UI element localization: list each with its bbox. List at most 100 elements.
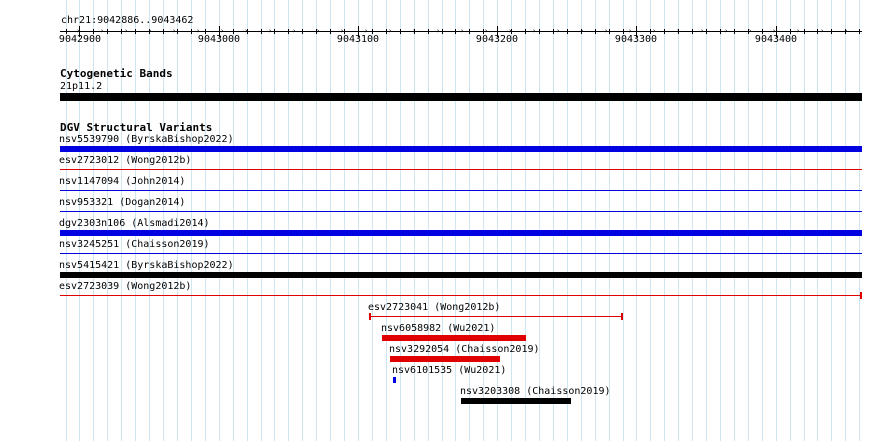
- ruler-direction-arrow: ›: [268, 27, 273, 35]
- ruler-direction-arrow: ›: [844, 27, 849, 35]
- ruler-direction-arrow: ›: [340, 27, 345, 35]
- ruler-minor-tick: [692, 29, 693, 34]
- grid-line: [511, 0, 512, 441]
- ruler-tick-label: 9043000: [197, 34, 241, 45]
- grid-line: [595, 0, 596, 441]
- dgv-feature-label: esv2723041 (Wong2012b): [368, 302, 501, 313]
- dgv-feature-bar[interactable]: [60, 272, 862, 278]
- grid-line: [316, 0, 317, 441]
- dgv-feature-bar[interactable]: [393, 377, 396, 383]
- ruler-minor-tick: [817, 29, 818, 34]
- ruler-minor-tick: [664, 29, 665, 34]
- grid-line: [247, 0, 248, 441]
- grid-line: [525, 0, 526, 441]
- dgv-feature-endcap: [369, 313, 371, 320]
- ruler-direction-arrow: ›: [220, 27, 225, 35]
- grid-line: [831, 0, 832, 441]
- dgv-feature-label: dgv2303n106 (Alsmadi2014): [59, 218, 210, 229]
- ruler-minor-tick: [859, 29, 860, 34]
- ruler-minor-tick: [539, 29, 540, 34]
- dgv-feature-bar[interactable]: [382, 335, 526, 341]
- ruler-tick-label: 9043400: [754, 34, 798, 45]
- grid-line: [344, 0, 345, 441]
- grid-line: [804, 0, 805, 441]
- ruler-minor-tick: [163, 29, 164, 34]
- grid-line: [386, 0, 387, 441]
- ruler-direction-arrow: ›: [364, 27, 369, 35]
- ruler-minor-tick: [107, 29, 108, 34]
- ruler-direction-arrow: ›: [244, 27, 249, 35]
- ruler-direction-arrow: ›: [796, 27, 801, 35]
- dgv-feature-label: nsv3203308 (Chaisson2019): [460, 386, 611, 397]
- ruler-direction-arrow: ›: [604, 27, 609, 35]
- dgv-feature-label: nsv6058982 (Wu2021): [381, 323, 496, 334]
- ruler-minor-tick: [706, 29, 707, 34]
- ruler-tick-label: 9043300: [614, 34, 658, 45]
- ruler-tick-label: 9042900: [58, 34, 102, 45]
- dgv-feature-bar[interactable]: [60, 190, 862, 191]
- ruler-direction-arrow: ›: [412, 27, 417, 35]
- grid-line: [539, 0, 540, 441]
- dgv-feature-bar[interactable]: [390, 356, 500, 362]
- ruler-minor-tick: [831, 29, 832, 34]
- dgv-feature-endcap: [621, 313, 623, 320]
- ruler-direction-arrow: ›: [484, 27, 489, 35]
- ruler-direction-arrow: ›: [148, 27, 153, 35]
- dgv-feature-bar[interactable]: [60, 169, 862, 170]
- ruler-direction-arrow: ›: [532, 27, 537, 35]
- ruler-direction-arrow: ›: [652, 27, 657, 35]
- ruler-direction-arrow: ›: [556, 27, 561, 35]
- ruler-minor-tick: [191, 29, 192, 34]
- dgv-feature-bar[interactable]: [60, 230, 862, 236]
- ruler-minor-tick: [386, 29, 387, 34]
- dgv-feature-label: nsv3245251 (Chaisson2019): [59, 239, 210, 250]
- grid-line: [720, 0, 721, 441]
- ruler-direction-arrow: ›: [676, 27, 681, 35]
- dgv-feature-label: esv2723039 (Wong2012b): [59, 281, 192, 292]
- ruler-direction-arrow: ›: [460, 27, 465, 35]
- dgv-feature-bar[interactable]: [60, 211, 862, 212]
- grid-line: [261, 0, 262, 441]
- ruler-direction-arrow: ›: [172, 27, 177, 35]
- ruler-minor-tick: [121, 29, 122, 34]
- dgv-feature-label: nsv3292054 (Chaisson2019): [389, 344, 540, 355]
- ruler-direction-arrow: ›: [700, 27, 705, 35]
- ruler-minor-tick: [330, 29, 331, 34]
- ruler-minor-tick: [400, 29, 401, 34]
- ruler-direction-arrow: ›: [196, 27, 201, 35]
- grid-line: [748, 0, 749, 441]
- ruler-tick-label: 9043100: [336, 34, 380, 45]
- grid-line: [233, 0, 234, 441]
- grid-line: [288, 0, 289, 441]
- dgv-feature-bar[interactable]: [369, 316, 623, 317]
- grid-line: [567, 0, 568, 441]
- grid-line: [776, 0, 777, 441]
- genome-browser-track-area: chr21:9042886..9043462 9042900 9043000 904…: [0, 0, 890, 441]
- grid-line: [790, 0, 791, 441]
- ruler-direction-arrow: ›: [772, 27, 777, 35]
- ruler-minor-tick: [428, 29, 429, 34]
- grid-line: [581, 0, 582, 441]
- grid-line: [330, 0, 331, 441]
- cytoband-bar[interactable]: [60, 93, 862, 101]
- dgv-feature-endcap: [860, 292, 862, 299]
- dgv-feature-label: esv2723012 (Wong2012b): [59, 155, 192, 166]
- ruler-direction-arrow: ›: [724, 27, 729, 35]
- ruler-minor-tick: [804, 29, 805, 34]
- dgv-feature-label: nsv5415421 (ByrskaBishop2022): [59, 260, 234, 271]
- ruler-direction-arrow: ›: [124, 27, 129, 35]
- ruler-direction-arrow: ›: [316, 27, 321, 35]
- ruler-direction-arrow: ›: [580, 27, 585, 35]
- cytoband-track-title: Cytogenetic Bands: [60, 67, 173, 80]
- dgv-feature-label: nsv953321 (Dogan2014): [59, 197, 186, 208]
- ruler-minor-tick: [302, 29, 303, 34]
- dgv-feature-bar[interactable]: [461, 398, 571, 404]
- dgv-track-title: DGV Structural Variants: [60, 121, 213, 134]
- dgv-feature-bar[interactable]: [60, 295, 862, 296]
- grid-line: [358, 0, 359, 441]
- ruler-minor-tick: [525, 29, 526, 34]
- ruler-minor-tick: [274, 29, 275, 34]
- ruler-direction-arrow: ›: [628, 27, 633, 35]
- dgv-feature-bar[interactable]: [60, 146, 862, 152]
- dgv-feature-bar[interactable]: [60, 253, 862, 254]
